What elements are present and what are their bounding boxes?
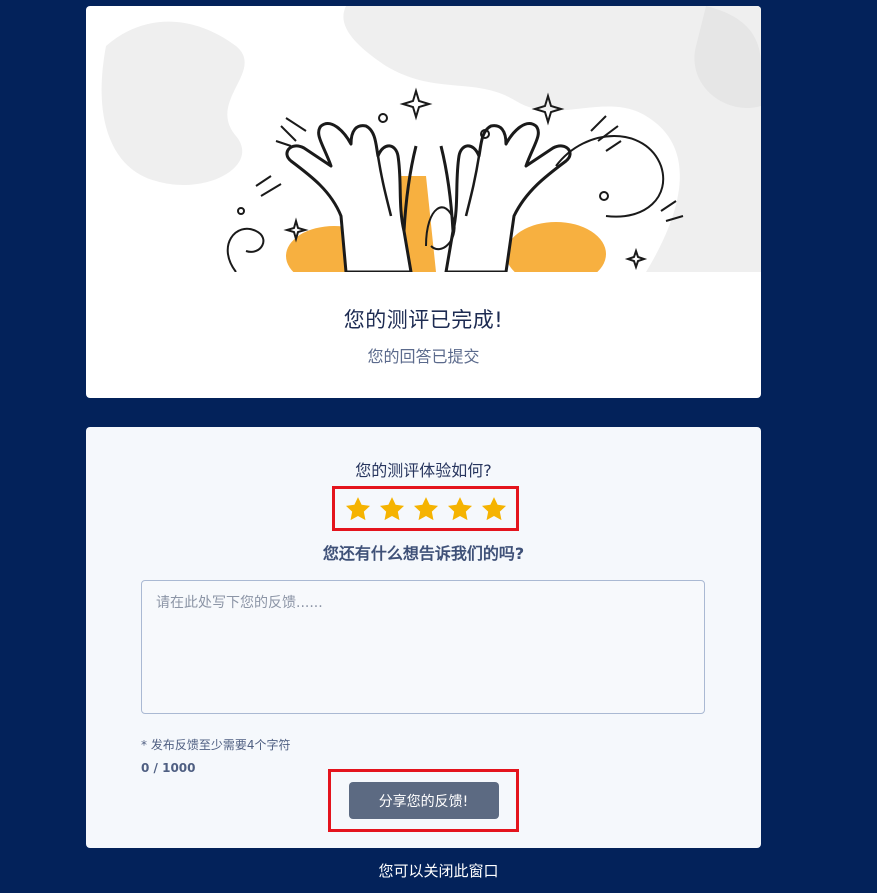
high-five-illustration <box>86 6 761 272</box>
rating-question: 您的测评体验如何? <box>355 461 492 480</box>
completion-card: 您的测评已完成! 您的回答已提交 <box>86 6 761 398</box>
submit-highlight: 分享您的反馈! <box>328 769 519 832</box>
star-rating <box>332 486 519 531</box>
feedback-question: 您还有什么想告诉我们的吗? <box>322 544 525 563</box>
star-icon-3[interactable] <box>412 495 440 523</box>
star-icon-5[interactable] <box>480 495 508 523</box>
star-icon-1[interactable] <box>344 495 372 523</box>
close-window-note: 您可以关闭此窗口 <box>378 862 499 880</box>
feedback-card: 您的测评体验如何? 您还有什么想告诉我们的吗? * 发布反馈至少需要4个字符 0… <box>86 427 761 848</box>
completion-title: 您的测评已完成! <box>343 308 504 332</box>
char-counter: 0 / 1000 <box>141 761 196 775</box>
star-icon-4[interactable] <box>446 495 474 523</box>
completion-subtitle: 您的回答已提交 <box>367 347 480 366</box>
share-feedback-button[interactable]: 分享您的反馈! <box>348 782 499 819</box>
min-chars-hint: * 发布反馈至少需要4个字符 <box>141 738 291 752</box>
feedback-textarea[interactable] <box>141 580 705 714</box>
star-icon-2[interactable] <box>378 495 406 523</box>
